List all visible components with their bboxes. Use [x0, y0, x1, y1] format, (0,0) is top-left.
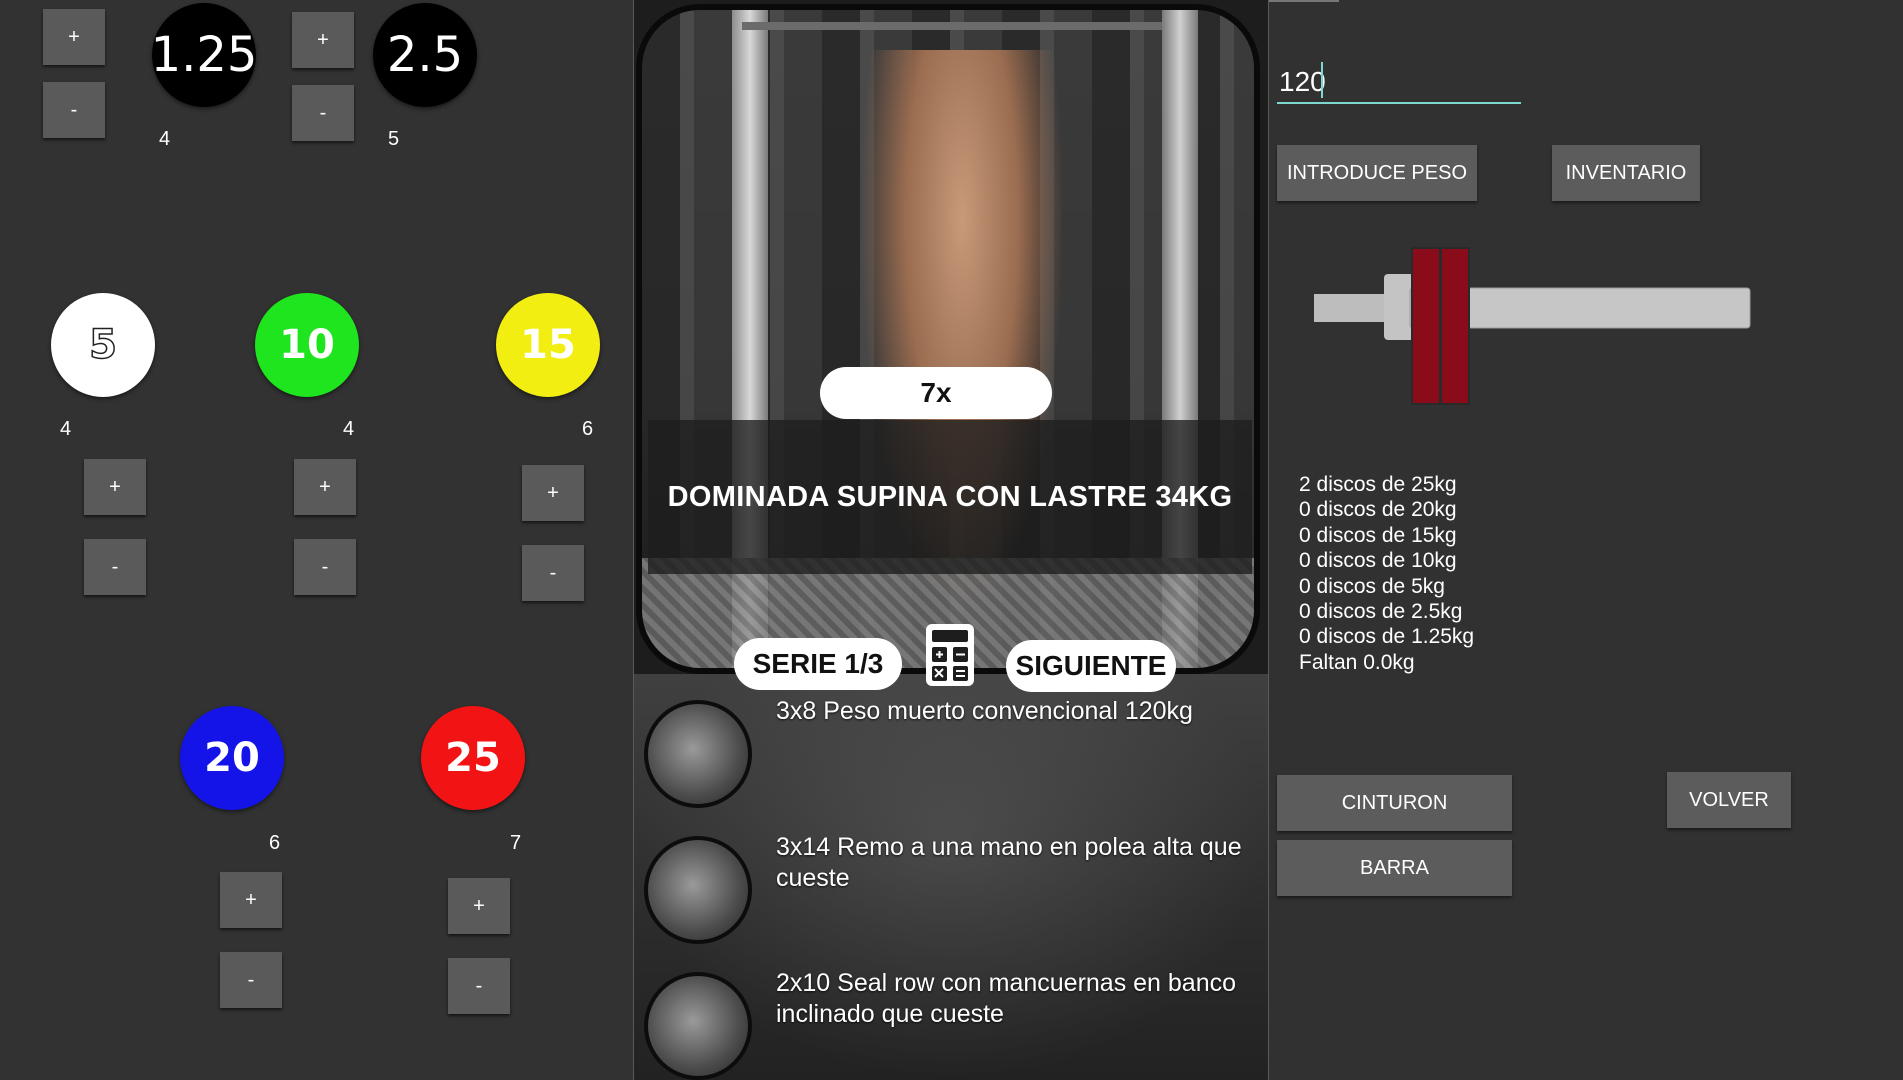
result-line: 0 discos de 20kg	[1299, 498, 1457, 522]
exercise-thumbnail	[644, 972, 752, 1080]
reps-badge: 7x	[820, 367, 1052, 419]
plate-5-disc: 5	[51, 293, 155, 397]
result-line: 0 discos de 1.25kg	[1299, 625, 1475, 649]
list-item[interactable]: 3x8 Peso muerto convencional 120kg	[644, 697, 1254, 820]
bar-button[interactable]: BARRA	[1277, 840, 1512, 896]
plate-1-25-count: 4	[159, 128, 171, 150]
plate-1-25-disc: 1.25	[151, 3, 257, 107]
exercise-text: 2x10 Seal row con mancuernas en banco in…	[776, 969, 1237, 1028]
list-item[interactable]: 3x14 Remo a una mano en polea alta que c…	[644, 833, 1254, 956]
result-line: 0 discos de 2.5kg	[1299, 600, 1463, 624]
plus-button-25[interactable]: +	[448, 878, 510, 934]
remaining-weight: Faltan 0.0kg	[1299, 650, 1415, 674]
minus-button-5[interactable]: -	[84, 539, 146, 595]
minus-button-25[interactable]: -	[448, 958, 510, 1014]
plate-10-disc: 10	[255, 293, 359, 397]
plus-button-2-5[interactable]: +	[292, 12, 354, 68]
plate-2-5-count: 5	[388, 128, 400, 150]
result-line: 2 discos de 25kg	[1299, 473, 1457, 496]
minus-button-1-25[interactable]: -	[43, 82, 105, 138]
plate-15-count: 6	[582, 418, 594, 440]
minus-button-20[interactable]: -	[220, 952, 282, 1008]
workout-panel: DOMINADA SUPINA CON LASTRE 34KG 7x SERIE…	[634, 0, 1268, 1080]
plus-button-20[interactable]: +	[220, 872, 282, 928]
next-button[interactable]: SIGUIENTE	[1006, 640, 1176, 692]
plus-button-10[interactable]: +	[294, 459, 356, 515]
exercise-thumbnail	[644, 836, 752, 944]
inventory-button[interactable]: INVENTARIO	[1552, 145, 1700, 201]
plate-10-count: 4	[343, 418, 355, 440]
exercise-text: 3x14 Remo a una mano en polea alta que c…	[776, 833, 1242, 892]
plate-25-right	[1440, 247, 1470, 405]
plate-20-disc: 20	[180, 706, 284, 810]
plate-20-count: 6	[269, 832, 281, 854]
weight-input[interactable]	[1277, 62, 1521, 104]
plus-button-5[interactable]: +	[84, 459, 146, 515]
minus-button-10[interactable]: -	[294, 539, 356, 595]
exercise-title: DOMINADA SUPINA CON LASTRE 34KG	[648, 420, 1252, 574]
plate-15-disc: 15	[496, 293, 600, 397]
enter-weight-button[interactable]: INTRODUCE PESO	[1277, 145, 1477, 201]
plate-inventory-panel: + - 1.25 4 + - 2.5 5 5 4 + - 10 4 + - 15…	[0, 0, 633, 1080]
plate-25-left	[1411, 247, 1441, 405]
plate-breakdown: 2 discos de 25kg 0 discos de 20kg 0 disc…	[1299, 472, 1474, 675]
minus-button-15[interactable]: -	[522, 545, 584, 601]
plate-25-count: 7	[510, 832, 522, 854]
minus-button-2-5[interactable]: -	[292, 85, 354, 141]
belt-button[interactable]: CINTURON	[1277, 775, 1512, 831]
barbell-diagram	[1314, 247, 1751, 405]
calculator-icon[interactable]	[924, 622, 976, 688]
result-line: 0 discos de 5kg	[1299, 574, 1445, 598]
text-cursor	[1321, 62, 1323, 98]
result-line: 0 discos de 15kg	[1299, 523, 1457, 547]
bar-sleeve-end	[1314, 294, 1388, 322]
plate-5-count: 4	[60, 418, 72, 440]
serie-button[interactable]: SERIE 1/3	[734, 638, 902, 690]
exercise-thumbnail	[644, 700, 752, 808]
exercise-text: 3x8 Peso muerto convencional 120kg	[776, 697, 1193, 725]
back-button[interactable]: VOLVER	[1667, 772, 1791, 828]
plate-25-disc: 25	[421, 706, 525, 810]
top-divider	[1269, 0, 1339, 2]
list-item[interactable]: 2x10 Seal row con mancuernas en banco in…	[644, 969, 1254, 1080]
plate-2-5-disc: 2.5	[373, 3, 477, 107]
plus-button-15[interactable]: +	[522, 465, 584, 521]
plus-button-1-25[interactable]: +	[43, 9, 105, 65]
pullup-bar	[742, 22, 1162, 30]
calculator-panel: INTRODUCE PESO INVENTARIO 2 discos de 25…	[1269, 0, 1903, 1080]
result-line: 0 discos de 10kg	[1299, 549, 1457, 573]
